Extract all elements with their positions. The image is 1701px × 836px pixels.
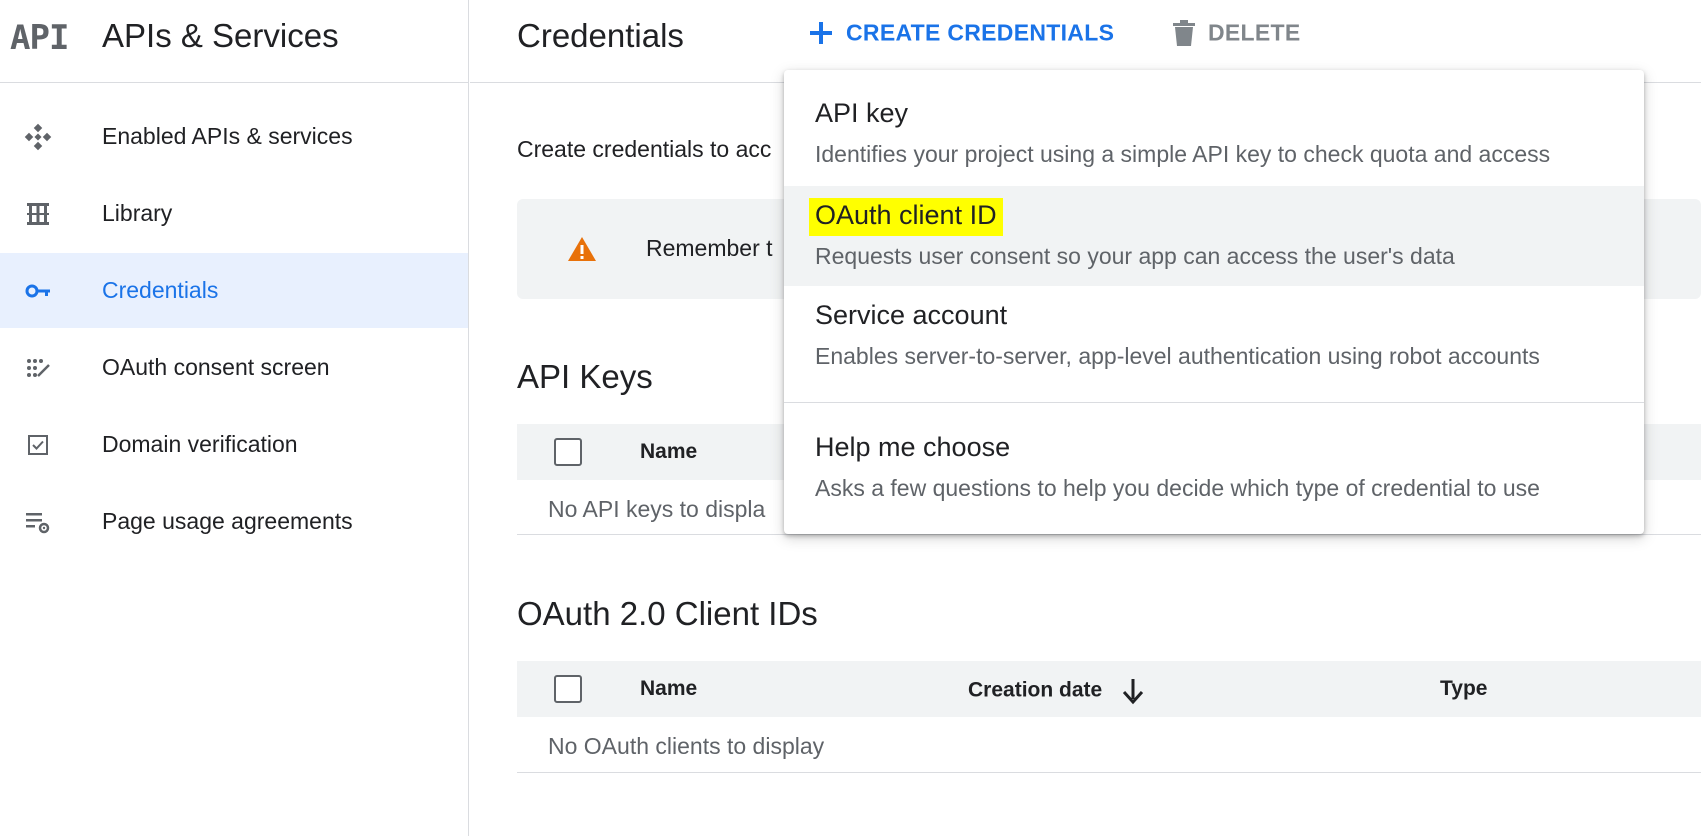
column-header-label: Creation date <box>968 678 1103 702</box>
menu-item-desc: Requests user consent so your app can ac… <box>815 243 1455 269</box>
sidebar-item-label: Credentials <box>102 277 219 303</box>
delete-label: DELETE <box>1208 19 1301 46</box>
sidebar-item-library[interactable]: Library <box>0 176 468 251</box>
page-title: Credentials <box>517 17 684 54</box>
banner-text: Remember t <box>646 235 773 261</box>
warning-icon <box>568 237 596 261</box>
plus-icon <box>810 21 832 44</box>
trash-icon <box>1173 19 1195 46</box>
sidebar: API APIs & Services Enabled APIs & servi… <box>0 0 469 836</box>
library-icon <box>27 203 49 225</box>
key-icon <box>25 284 50 298</box>
menu-item-oauth-client-id[interactable]: OAuth client ID Requests user consent so… <box>784 186 1644 286</box>
sidebar-item-label: Library <box>102 200 173 226</box>
menu-item-desc: Identifies your project using a simple A… <box>815 141 1551 167</box>
enabled-apis-icon <box>24 123 52 151</box>
product-title: APIs & Services <box>102 17 339 54</box>
menu-item-help-me-choose[interactable]: Help me choose Asks a few questions to h… <box>784 418 1644 518</box>
column-header-type[interactable]: Type <box>1440 677 1487 701</box>
sidebar-item-domain-verification[interactable]: Domain verification <box>0 407 468 482</box>
column-header-creation-date[interactable]: Creation date <box>968 677 1144 705</box>
select-all-checkbox[interactable] <box>554 675 582 703</box>
delete-button[interactable]: DELETE <box>1172 18 1301 47</box>
settings-list-icon <box>26 513 50 534</box>
menu-item-title: OAuth client ID <box>809 198 1003 236</box>
menu-item-title: Service account <box>815 300 1008 330</box>
sidebar-item-label: OAuth consent screen <box>102 354 330 380</box>
column-header-name[interactable]: Name <box>640 440 697 464</box>
sidebar-item-enabled-apis[interactable]: Enabled APIs & services <box>0 99 468 174</box>
table-divider <box>517 772 1701 773</box>
sidebar-item-oauth-consent[interactable]: OAuth consent screen <box>0 330 468 405</box>
menu-item-service-account[interactable]: Service account Enables server-to-server… <box>784 286 1644 386</box>
oauth-table-header: Name Creation date Type <box>517 661 1701 717</box>
menu-item-desc: Enables server-to-server, app-level auth… <box>815 343 1540 369</box>
api-logo: API <box>10 18 69 58</box>
menu-item-api-key[interactable]: API key Identifies your project using a … <box>784 70 1644 170</box>
api-keys-empty: No API keys to displa <box>548 496 766 522</box>
brand-header: API APIs & Services <box>0 0 469 83</box>
api-keys-title: API Keys <box>517 358 653 395</box>
create-credentials-label: CREATE CREDENTIALS <box>846 19 1115 46</box>
checkbox-icon <box>28 435 48 455</box>
sidebar-item-page-usage[interactable]: Page usage agreements <box>0 484 468 559</box>
menu-item-title: Help me choose <box>815 432 1011 462</box>
create-credentials-menu: API key Identifies your project using a … <box>784 70 1644 534</box>
oauth-empty: No OAuth clients to display <box>548 733 825 759</box>
oauth-title: OAuth 2.0 Client IDs <box>517 595 818 632</box>
menu-item-desc: Asks a few questions to help you decide … <box>815 475 1540 501</box>
sidebar-item-label: Domain verification <box>102 431 298 457</box>
column-header-name[interactable]: Name <box>640 677 697 701</box>
menu-divider <box>784 402 1644 403</box>
sidebar-item-label: Page usage agreements <box>102 508 353 534</box>
sidebar-item-label: Enabled APIs & services <box>102 123 353 149</box>
arrow-down-icon <box>1122 679 1144 705</box>
table-divider <box>517 534 1701 535</box>
menu-item-title: API key <box>815 98 909 128</box>
consent-icon <box>27 359 50 377</box>
intro-text: Create credentials to acc <box>517 136 772 162</box>
create-credentials-button[interactable]: CREATE CREDENTIALS <box>808 18 1114 52</box>
select-all-checkbox[interactable] <box>554 438 582 466</box>
sidebar-item-credentials[interactable]: Credentials <box>0 253 468 328</box>
